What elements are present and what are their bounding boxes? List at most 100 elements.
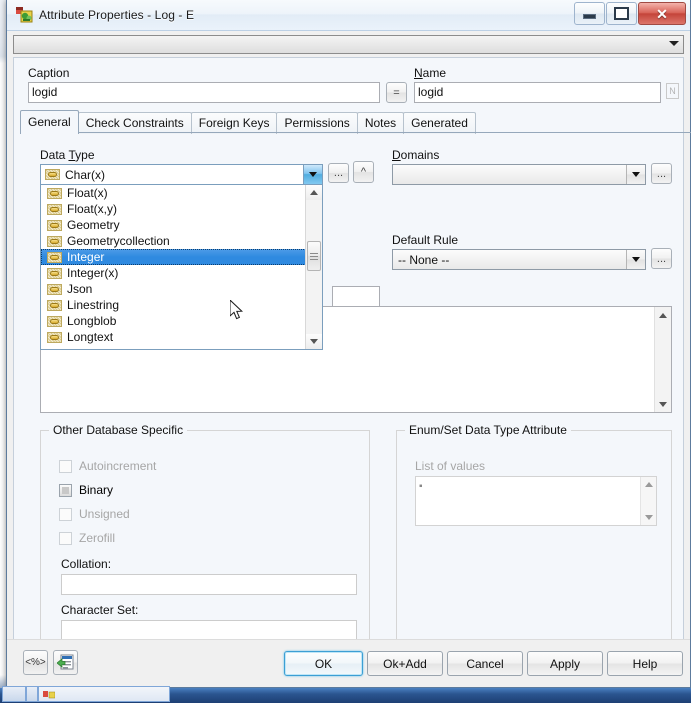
dropdown-item-label: Json [67, 282, 93, 296]
list-of-values-label: List of values [415, 459, 486, 473]
cancel-button[interactable]: Cancel [447, 651, 523, 676]
domains-combobox[interactable] [392, 164, 646, 185]
close-icon: ✕ [656, 5, 668, 22]
dropdown-item-longtext[interactable]: Longtext [41, 329, 322, 345]
domains-label: Domains [392, 148, 439, 162]
data-type-ellipsis-button[interactable]: ... [328, 163, 349, 183]
data-type-icon [47, 219, 62, 231]
dropdown-item-integer-x[interactable]: Integer(x) [41, 265, 322, 281]
list-scroll-up-button[interactable] [641, 477, 656, 492]
data-type-up-button[interactable]: ^ [353, 161, 374, 183]
unsigned-checkbox[interactable] [59, 507, 72, 521]
footer-bar: <%> OK Ok+Add Cancel Apply Help [7, 639, 690, 687]
domains-dropdown-arrow[interactable] [626, 165, 645, 184]
help-button[interactable]: Help [607, 651, 683, 676]
dropdown-item-float-xy[interactable]: Float(x,y) [41, 201, 322, 217]
tab-general[interactable]: General [20, 110, 79, 134]
tab-permissions[interactable]: Permissions [276, 112, 358, 134]
data-type-icon [47, 299, 62, 311]
ok-add-button[interactable]: Ok+Add [367, 651, 443, 676]
sql-preview-button[interactable]: <%> [23, 650, 48, 675]
dropdown-item-label: Float(x) [67, 186, 108, 200]
unsigned-label: Unsigned [79, 507, 130, 521]
tab-notes[interactable]: Notes [356, 112, 405, 134]
taskbar-start-button[interactable] [2, 686, 26, 702]
comment-scroll-up-button[interactable] [655, 307, 671, 323]
equals-button[interactable]: = [386, 82, 407, 103]
name-label: Name [414, 66, 446, 80]
dropdown-scroll-down-button[interactable] [306, 334, 322, 349]
default-rule-combobox[interactable]: -- None -- [392, 249, 646, 270]
default-rule-dropdown-arrow[interactable] [626, 250, 645, 269]
data-type-icon [47, 235, 62, 247]
default-rule-ellipsis-button[interactable]: ... [651, 248, 672, 269]
window-title: Attribute Properties - Log - E [39, 8, 195, 22]
enum-set-group: Enum/Set Data Type Attribute List of val… [396, 423, 672, 649]
dropdown-item-integer[interactable]: Integer [41, 249, 322, 265]
other-database-specific-title: Other Database Specific [49, 423, 188, 437]
default-rule-value: -- None -- [398, 252, 450, 267]
checkbox-row-unsigned[interactable]: Unsigned [59, 507, 130, 521]
maximize-button[interactable] [606, 2, 637, 25]
dropdown-item-linestring[interactable]: Linestring [41, 297, 322, 313]
list-scroll-down-button[interactable] [641, 510, 656, 525]
chevron-down-icon[interactable] [669, 41, 679, 46]
comment-scroll-down-button[interactable] [655, 396, 671, 412]
minimize-icon [583, 14, 596, 19]
enum-set-title: Enum/Set Data Type Attribute [405, 423, 571, 437]
data-type-icon [47, 283, 62, 295]
data-type-combobox[interactable]: Char(x) [40, 164, 323, 185]
dropdown-scrollbar[interactable] [305, 185, 322, 349]
dropdown-item-geometrycollection[interactable]: Geometrycollection [41, 233, 322, 249]
dropdown-item-geometry[interactable]: Geometry [41, 217, 322, 233]
taskbar-window-item[interactable] [38, 686, 170, 702]
list-of-values-textarea[interactable]: ▪ [415, 476, 657, 526]
ok-button[interactable]: OK [284, 651, 363, 676]
chevron-down-icon [309, 172, 317, 177]
data-type-icon [47, 251, 62, 263]
data-type-dropdown-arrow[interactable] [303, 165, 322, 184]
dropdown-item-float-x[interactable]: Float(x) [41, 185, 322, 201]
data-type-dropdown-list[interactable]: Float(x) Float(x,y) Geometry Geometrycol… [40, 184, 323, 350]
apply-button[interactable]: Apply [527, 651, 603, 676]
character-set-input[interactable] [61, 620, 357, 641]
domains-ellipsis-button[interactable]: ... [651, 163, 672, 184]
name-input[interactable]: logid [414, 82, 661, 103]
dropdown-scroll-thumb[interactable] [307, 241, 321, 271]
name-side-button[interactable]: N [666, 83, 679, 99]
data-type-icon [47, 331, 62, 343]
tab-generated-label: Generated [411, 116, 468, 130]
binary-checkbox[interactable] [59, 483, 72, 497]
name-label-accesskey: N [414, 66, 423, 80]
domains-label-accesskey: D [392, 148, 401, 162]
data-type-icon [47, 267, 62, 279]
tab-foreign-keys[interactable]: Foreign Keys [190, 112, 278, 134]
triangle-up-icon [644, 482, 653, 487]
script-button[interactable] [53, 650, 78, 675]
close-button[interactable]: ✕ [638, 2, 686, 25]
size-input[interactable] [332, 286, 380, 307]
minimize-button[interactable] [574, 2, 605, 25]
taskbar [0, 686, 691, 703]
triangle-down-icon [310, 339, 318, 344]
caption-label: Caption [28, 66, 70, 80]
dropdown-item-json[interactable]: Json [41, 281, 322, 297]
dropdown-scroll-up-button[interactable] [306, 185, 322, 200]
zerofill-checkbox[interactable] [59, 531, 72, 545]
tab-generated[interactable]: Generated [403, 112, 476, 134]
checkbox-row-binary[interactable]: Binary [59, 483, 113, 497]
list-of-values-scrollbar[interactable] [640, 477, 656, 525]
taskbar-quicklaunch[interactable] [26, 686, 38, 702]
checkbox-row-autoincrement[interactable]: Autoincrement [59, 459, 156, 473]
collation-input[interactable] [61, 574, 357, 595]
window-controls: ✕ [574, 2, 686, 25]
caption-input[interactable]: logid [28, 82, 380, 103]
comment-scrollbar[interactable] [654, 307, 671, 412]
tab-check-constraints[interactable]: Check Constraints [77, 112, 192, 134]
dropdown-item-longblob[interactable]: Longblob [41, 313, 322, 329]
tab-check-constraints-label: Check Constraints [85, 116, 184, 130]
name-label-rest: ame [422, 66, 447, 80]
toolbar-strip[interactable] [13, 35, 684, 54]
checkbox-row-zerofill[interactable]: Zerofill [59, 531, 115, 545]
autoincrement-checkbox[interactable] [59, 459, 72, 473]
